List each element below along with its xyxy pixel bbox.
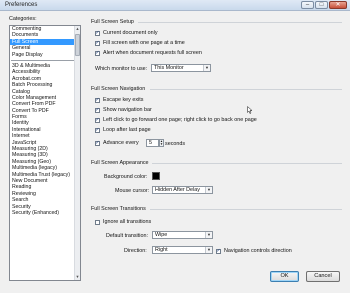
background-color-label: Background color: (104, 174, 148, 180)
advance-seconds-input[interactable]: 5 ▲ ▼ (146, 139, 164, 147)
checkbox-alert[interactable]: ✓ (95, 50, 100, 56)
background-color-swatch[interactable] (152, 172, 160, 180)
mouse-cursor-select[interactable]: Hidden After Delay ▼ (152, 186, 213, 194)
chevron-down-icon: ▼ (203, 65, 210, 71)
scroll-up-arrow-icon[interactable]: ▲ (75, 26, 80, 32)
category-item[interactable]: Security (Enhanced) (10, 210, 80, 216)
close-button[interactable]: ✕ (329, 1, 347, 9)
direction-select[interactable]: Right ▼ (152, 246, 213, 254)
nav-option-label: Loop after last page (103, 127, 151, 133)
nav-option-show-bar[interactable]: ✓ Show navigation bar (95, 107, 152, 113)
checkbox-fill-screen[interactable]: ✓ (95, 40, 100, 46)
checkbox-loop[interactable]: ✓ (95, 127, 100, 133)
scroll-thumb[interactable] (75, 34, 80, 56)
checkbox-left-click[interactable]: ✓ (95, 117, 100, 123)
nav-option-escape[interactable]: ✓ Escape key exits (95, 97, 143, 103)
setup-option-label: Current document only (103, 30, 158, 36)
checkbox-nav-controls-direction[interactable]: ✓ (216, 248, 221, 254)
scroll-down-arrow-icon[interactable]: ▼ (75, 274, 80, 280)
chevron-down-icon: ▼ (205, 187, 212, 193)
mouse-pointer-icon (247, 106, 252, 114)
ok-button[interactable]: OK (270, 271, 299, 282)
checkbox-current-doc[interactable]: ✓ (95, 30, 100, 36)
checkbox-show-bar[interactable]: ✓ (95, 107, 100, 113)
nav-controls-direction-label: Navigation controls direction (224, 248, 292, 254)
categories-scrollbar[interactable]: ▲ ▼ (74, 26, 80, 280)
default-transition-select[interactable]: Wipe ▼ (152, 231, 213, 239)
appearance-divider (152, 163, 342, 164)
nav-option-label: Show navigation bar (103, 107, 152, 113)
categories-label: Categories: (9, 16, 37, 22)
ignore-transitions-option[interactable]: Ignore all transitions (95, 219, 151, 225)
window-title: Preferences (5, 2, 38, 8)
nav-option-label: Escape key exits (103, 97, 144, 103)
navigation-group-title: Full Screen Navigation (91, 86, 146, 92)
ignore-transitions-label: Ignore all transitions (103, 219, 152, 225)
monitor-select[interactable]: This Monitor ▼ (151, 64, 211, 72)
setup-divider (138, 22, 342, 23)
direction-value: Right (155, 247, 168, 253)
window-controls: – □ ✕ (301, 1, 347, 9)
setup-option-label: Fill screen with one page at a time (103, 40, 185, 46)
advance-unit-label: seconds (165, 141, 186, 147)
advance-seconds-value: 5 (149, 140, 152, 146)
default-transition-value: Wipe (155, 232, 168, 238)
categories-list[interactable]: Commenting Documents Full Screen General Pag… (9, 25, 81, 281)
transitions-group-title: Full Screen Transitions (91, 206, 146, 212)
categories-top-group: Commenting Documents Full Screen General Pag… (10, 26, 80, 58)
transitions-divider (150, 209, 342, 210)
direction-label: Direction: (124, 248, 147, 254)
checkbox-ignore-transitions[interactable] (95, 219, 100, 225)
chevron-down-icon: ▼ (205, 247, 212, 253)
nav-option-left-click[interactable]: ✓ Left click to go forward one page; rig… (95, 117, 257, 123)
setup-option-label: Alert when document requests full screen (103, 50, 202, 56)
maximize-button[interactable]: □ (315, 1, 328, 9)
mouse-cursor-label: Mouse cursor: (115, 188, 150, 194)
title-bar: Preferences – □ ✕ (0, 0, 350, 11)
default-transition-label: Default transition: (106, 233, 148, 239)
setup-group-title: Full Screen Setup (91, 19, 134, 25)
nav-option-label: Left click to go forward one page; right… (103, 117, 257, 123)
categories-separator (11, 59, 79, 61)
setup-option-alert[interactable]: ✓ Alert when document requests full scre… (95, 50, 202, 56)
checkbox-escape[interactable]: ✓ (95, 97, 100, 103)
monitor-select-value: This Monitor (154, 65, 184, 71)
categories-other-group: 3D & Multimedia Accessibility Acrobat.com B… (10, 63, 80, 216)
appearance-group-title: Full Screen Appearance (91, 160, 149, 166)
minimize-button[interactable]: – (301, 1, 314, 9)
checkbox-advance[interactable]: ✓ (95, 140, 100, 146)
setup-option-current-doc[interactable]: ✓ Current document only (95, 30, 158, 36)
nav-option-loop[interactable]: ✓ Loop after last page (95, 127, 151, 133)
category-item[interactable]: Page Display (10, 52, 80, 58)
nav-controls-direction-option[interactable]: ✓ Navigation controls direction (216, 248, 292, 254)
mouse-cursor-value: Hidden After Delay (155, 187, 200, 193)
nav-option-advance[interactable]: ✓ Advance every (95, 140, 139, 146)
nav-option-label: Advance every (103, 140, 139, 146)
cancel-button[interactable]: Cancel (306, 271, 340, 282)
navigation-divider (150, 89, 342, 90)
spinner-arrows-icon[interactable]: ▲ ▼ (159, 139, 164, 147)
setup-option-fill-screen[interactable]: ✓ Fill screen with one page at a time (95, 40, 185, 46)
chevron-down-icon: ▼ (205, 232, 212, 238)
monitor-label: Which monitor to use: (95, 66, 148, 72)
